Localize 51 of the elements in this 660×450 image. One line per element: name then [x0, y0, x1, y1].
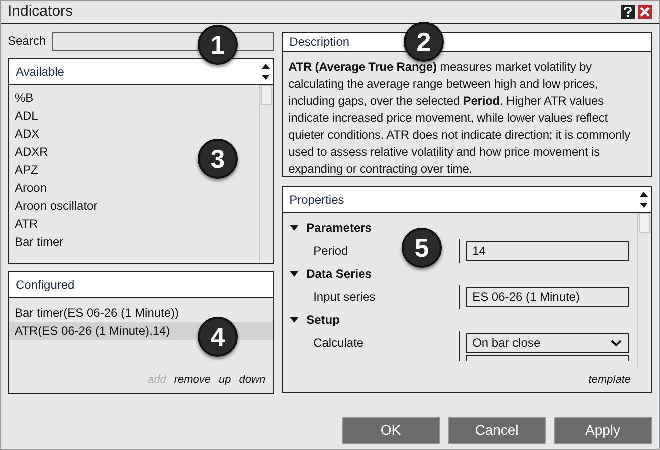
indicator-list-item[interactable]: Aroon [15, 179, 48, 197]
property-label: Input series [314, 289, 376, 306]
property-label: Calculate [314, 335, 364, 352]
indicator-list-item[interactable]: ATR [15, 215, 38, 233]
indicator-list-item[interactable]: APZ [15, 161, 38, 179]
chevron-down-icon [610, 340, 622, 346]
configured-item[interactable]: Bar timer(ES 06-26 (1 Minute)) [15, 304, 180, 322]
group-label: Parameters [306, 220, 372, 237]
dropdown-field[interactable]: On bar close [466, 333, 629, 353]
sort-arrows-icon[interactable] [262, 62, 270, 82]
dialog-button[interactable]: Apply [554, 417, 652, 444]
property-field[interactable]: 14 [466, 241, 629, 261]
panel-title: Configured [16, 276, 75, 294]
scroll-thumb[interactable] [260, 85, 272, 105]
indicator-list-item[interactable]: Bar timer [15, 233, 64, 251]
callout-badge: 2 [404, 22, 444, 62]
indicator-list-item[interactable]: ADXR [15, 143, 48, 161]
indicator-list-item[interactable]: ADX [15, 125, 40, 143]
scrollbar[interactable] [637, 213, 651, 369]
callout-badge: 3 [198, 139, 238, 179]
callout-badge: 5 [402, 228, 442, 268]
panel-title: Properties [290, 192, 344, 208]
indicator-list-item[interactable]: Aroon oscillator [15, 197, 98, 215]
property-field[interactable]: ES 06-26 (1 Minute) [466, 287, 629, 307]
property-field[interactable] [466, 355, 629, 361]
scroll-thumb[interactable] [639, 213, 650, 233]
property-label: Period [314, 243, 348, 260]
action-link[interactable]: down [239, 372, 266, 388]
template-link[interactable]: template [588, 372, 631, 388]
panel-title: Description [290, 34, 350, 51]
scrollbar[interactable] [258, 85, 273, 263]
dialog-button[interactable]: Cancel [448, 417, 546, 444]
action-link[interactable]: remove [174, 372, 212, 388]
group-label: Setup [306, 312, 340, 329]
callout-badge: 1 [198, 25, 238, 65]
action-link[interactable]: up [219, 372, 232, 388]
search-label: Search [8, 33, 46, 50]
indicator-list-item[interactable]: %B [15, 89, 34, 107]
close-icon[interactable] [638, 5, 652, 19]
expander-icon[interactable] [290, 224, 299, 232]
expander-icon[interactable] [290, 316, 299, 324]
callout-badge: 4 [198, 317, 238, 357]
group-label: Data Series [306, 266, 372, 283]
indicator-list-item[interactable]: ADL [15, 107, 38, 125]
panel-title: Available [16, 64, 64, 80]
help-icon[interactable] [621, 5, 635, 19]
sort-arrows-icon[interactable] [640, 190, 648, 210]
expander-icon[interactable] [290, 270, 299, 278]
dialog-button[interactable]: OK [342, 417, 440, 444]
description-text: ATR (Average True Range) measures market volatility by calculating the average range between high and low prices, including gaps, over the selected Period. Higher ATR values indicate increased price movement, while lower values reflect quieter conditions. ATR does not indicate direction; it is commonly used to assess relative volatility and how price movement is expanding or contracting over time. [288, 59, 632, 178]
window-title: Indicators [8, 2, 74, 22]
